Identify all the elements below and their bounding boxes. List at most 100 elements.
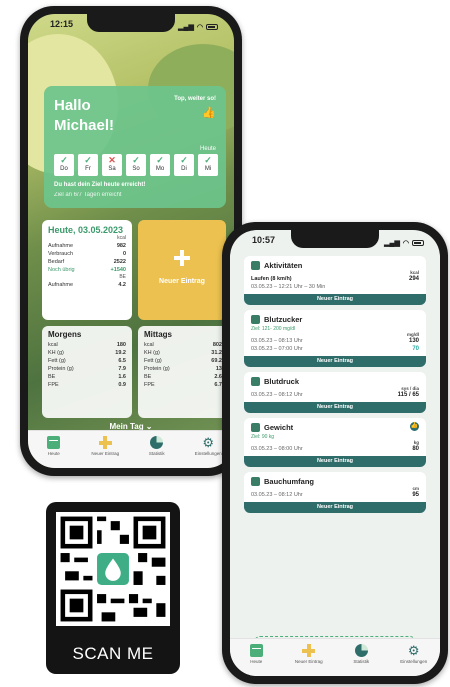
day-fr: ✓ Fr (78, 154, 98, 176)
wifi-icon: ◠ (196, 24, 203, 31)
check-icon: ✓ (156, 155, 164, 165)
tab-neuer-eintrag[interactable]: Neuer Eintrag (83, 436, 127, 468)
phone-frame-right: 10:57 ▂▄▆ ◠ Aktivitäten kcal Laufen (8 km/h… (222, 222, 448, 684)
meal-card-morgens[interactable]: Morgens kcal 180 KH (g) 19.2 Fett (g) 6.5 Prot… (42, 326, 132, 418)
gear-icon: ⚙ (407, 643, 420, 658)
meal-title: Morgens (48, 330, 82, 339)
stat-row: BE 2.6 (144, 373, 222, 381)
meal-card-mittags[interactable]: Mittags kcal 802 KH (g) 31.2 Fett (g) 69.2 Pro… (138, 326, 228, 418)
new-entry-button[interactable]: Neuer Eintrag (244, 356, 426, 367)
tab-statistik[interactable]: Statistik (339, 644, 383, 676)
kcal-unit: kcal (117, 235, 126, 241)
stat-label: Verbrauch (48, 251, 74, 257)
stat-label: FPE (144, 382, 155, 388)
entry-row-value: 115 / 65 (397, 392, 419, 398)
cross-icon: ✕ (108, 155, 116, 165)
category-icon (251, 377, 260, 386)
be-intake-row: Aufnahme 4.2 (48, 281, 126, 289)
tab-heute[interactable]: Heute (32, 436, 76, 468)
entry-row-label: 03.05.23 – 12:21 Uhr – 30 Min (251, 284, 326, 290)
motivation-text: Top, weiter so! (174, 96, 216, 102)
today-summary-card[interactable]: Heute, 03.05.2023 kcal Aufnahme 982 Verbra… (42, 220, 132, 320)
stat-value: 1.6 (118, 374, 126, 380)
entry-title-text: Aktivitäten (264, 261, 303, 270)
tab-label: Neuer Eintrag (91, 451, 120, 456)
stat-value: 69.2 (211, 358, 222, 364)
entry-title-text: Gewicht (264, 423, 294, 432)
meal-title: Mittags (144, 330, 172, 339)
entry-title-text: Bauchumfang (264, 477, 315, 486)
entry-title: Blutdruck (251, 377, 419, 386)
day-mi: ✓ Mi (198, 154, 218, 176)
entry-row-label: 03.05.23 – 08:12 Uhr (251, 392, 303, 398)
entry-title: Gewicht (251, 423, 419, 432)
tab-einstellungen[interactable]: ⚙ Einstellungen (392, 644, 436, 676)
entry-body: Bauchumfang cm 03.05.23 – 08:12 Uhr 95 (244, 472, 426, 502)
stat-row: BE 1.6 (48, 373, 126, 381)
entry-row-label: Laufen (8 km/h) (251, 276, 292, 282)
entry-row: 03.05.23 – 08:00 Uhr 80 (251, 445, 419, 453)
entry-card-blutdruck: Blutdruck sys / dia 03.05.23 – 08:12 Uhr 11… (244, 372, 426, 413)
entry-row: 03.05.23 – 08:12 Uhr 95 (251, 491, 419, 499)
stat-value: 2522 (113, 259, 126, 265)
day-label: Sa (108, 166, 116, 172)
new-entry-button[interactable]: Neuer Eintrag (244, 456, 426, 467)
new-entry-button[interactable]: Neuer Eintrag (138, 220, 226, 320)
category-icon (251, 423, 260, 432)
check-icon: ✓ (180, 155, 188, 165)
pie-chart-icon (354, 644, 368, 657)
day-label: So (132, 166, 140, 172)
day-do: ✓ Do (54, 154, 74, 176)
tab-label: Heute (250, 659, 263, 664)
stat-label: BE (144, 374, 152, 380)
entry-card-bauchumfang: Bauchumfang cm 03.05.23 – 08:12 Uhr 95 Neuer… (244, 472, 426, 513)
status-bar: 12:15 ▂▄▆ ◠ (28, 19, 234, 35)
calendar-icon (47, 436, 61, 449)
gear-icon: ⚙ (202, 435, 215, 450)
stat-value: 6.5 (118, 358, 126, 364)
new-entry-button[interactable]: Neuer Eintrag (244, 502, 426, 513)
goal-reached-text: Du hast dein Ziel heute erreicht! (54, 182, 146, 188)
stat-value: +1540 (110, 267, 126, 273)
stat-label: kcal (144, 342, 154, 348)
day-label: Mo (155, 166, 165, 172)
tab-label: Statistik (353, 659, 370, 664)
new-entry-label: Neuer Eintrag (159, 278, 205, 285)
entry-card-gewicht: Gewicht 👍 Ziel: 90 kg kg 03.05.23 – 08:00 Uh… (244, 418, 426, 467)
stat-label: Bedarf (48, 259, 65, 265)
entry-card-aktivitäten: Aktivitäten kcal Laufen (8 km/h) 294 03.05.2… (244, 256, 426, 305)
entry-title-text: Blutdruck (264, 377, 300, 386)
stat-label: Fett (g) (48, 358, 66, 364)
stat-label: KH (g) (48, 350, 64, 356)
be-intake-label: Aufnahme (48, 282, 74, 288)
new-entry-button[interactable]: Neuer Eintrag (244, 294, 426, 305)
stat-value: 19.2 (115, 350, 126, 356)
stat-label: FPE (48, 382, 59, 388)
entry-row-label: 03.05.23 – 08:00 Uhr (251, 446, 303, 452)
today-label: Heute (199, 146, 216, 152)
be-intake-value: 4.2 (118, 282, 126, 288)
battery-icon (206, 24, 218, 30)
check-icon: ✓ (60, 155, 68, 165)
stat-row: kcal 180 (48, 341, 126, 349)
stat-value: 0.9 (118, 382, 126, 388)
stat-label: Protein (g) (48, 366, 74, 372)
qr-code-card[interactable]: SCAN ME (46, 502, 180, 674)
stat-label: BE (48, 374, 56, 380)
stat-row: FPE 6.7 (144, 381, 222, 389)
stat-value: 982 (116, 243, 126, 249)
tab-statistik[interactable]: Statistik (135, 436, 179, 468)
check-icon: ✓ (84, 155, 92, 165)
entry-body: Blutzucker Ziel: 121- 200 mg/dl mg/dl 03.05… (244, 310, 426, 356)
entry-title-text: Blutzucker (264, 315, 303, 324)
tab-label: Neuer Eintrag (294, 659, 323, 664)
tab-heute[interactable]: Heute (234, 644, 278, 676)
stat-value: 180 (116, 342, 126, 348)
entry-title: Aktivitäten (251, 261, 419, 270)
check-icon: ✓ (204, 155, 212, 165)
new-entry-button[interactable]: Neuer Eintrag (244, 402, 426, 413)
tab-neuer-eintrag[interactable]: Neuer Eintrag (287, 644, 331, 676)
stat-row: KH (g) 31.2 (144, 349, 222, 357)
stat-row: Noch übrig +1540 (48, 266, 126, 274)
plus-icon (174, 250, 190, 266)
